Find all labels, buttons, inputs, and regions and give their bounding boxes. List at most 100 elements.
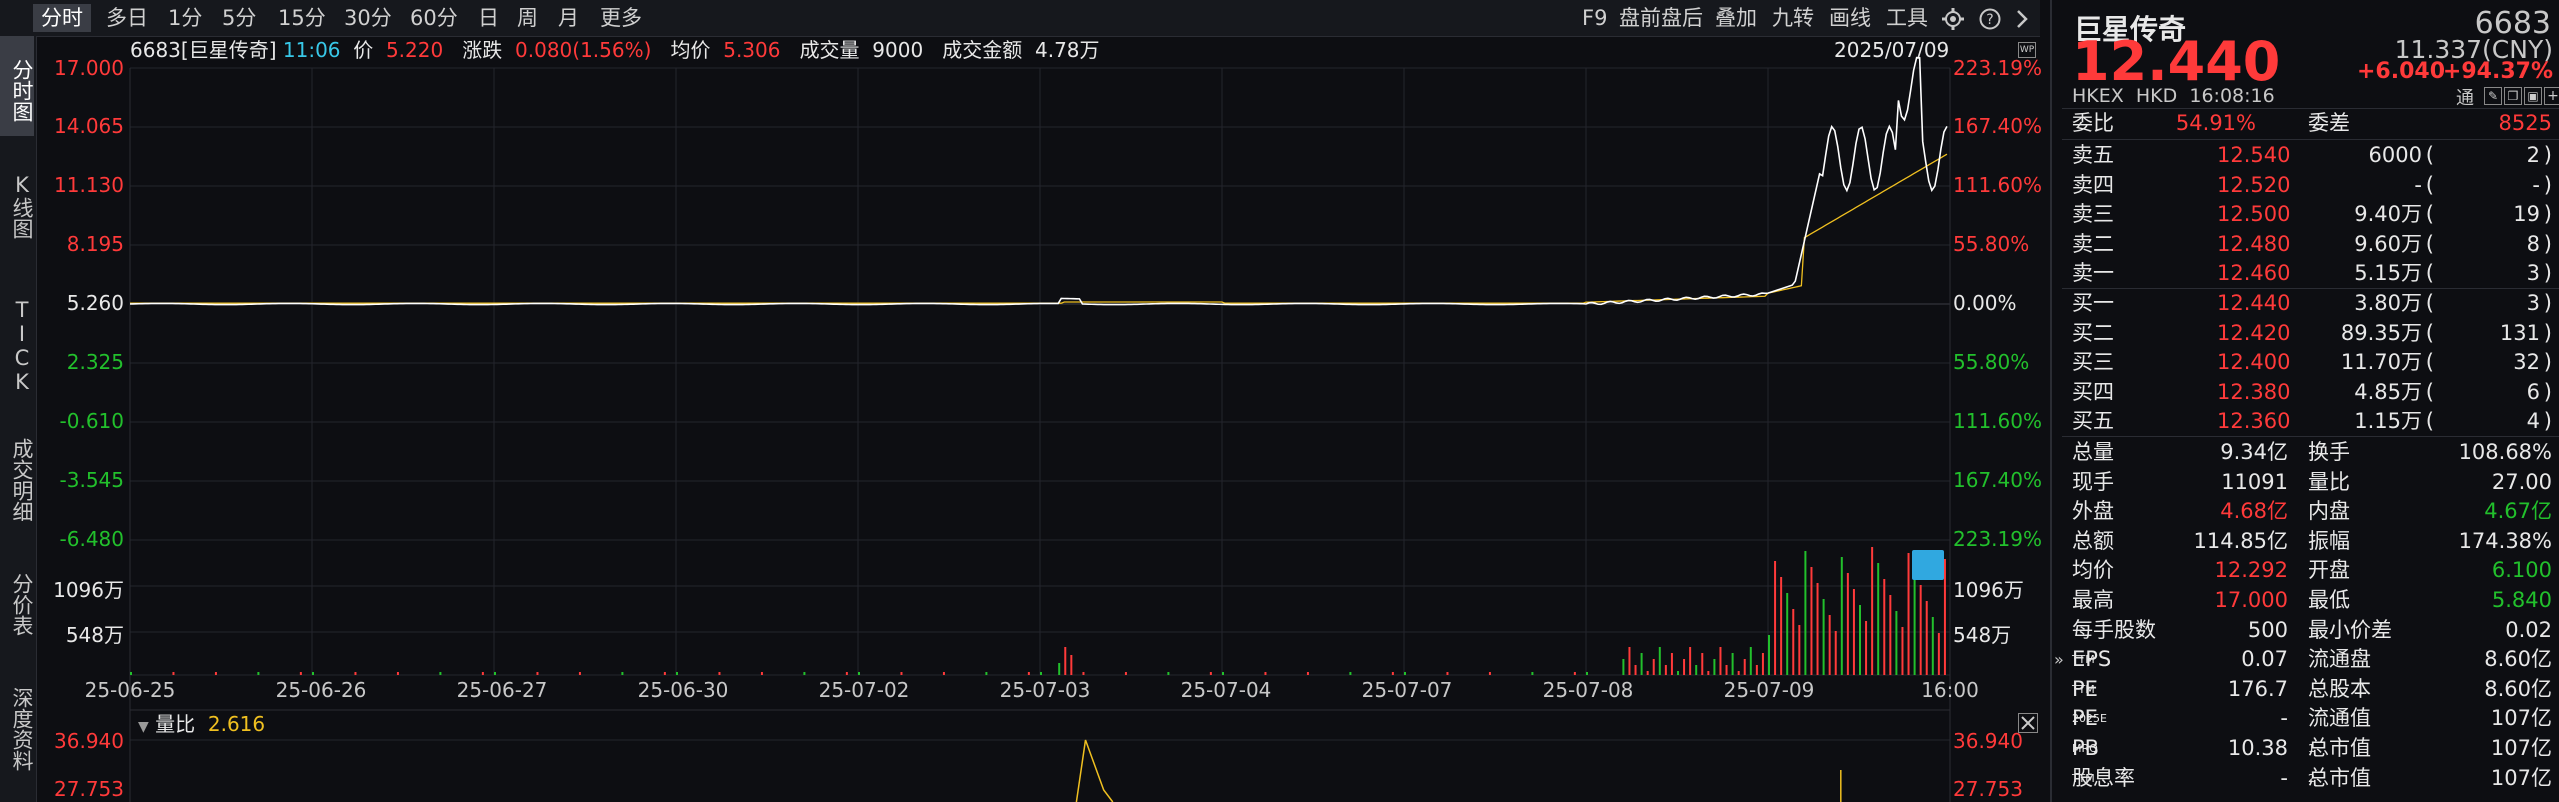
- orderbook-count: 19: [2513, 202, 2540, 227]
- add-icon[interactable]: +: [2544, 87, 2559, 105]
- volume-bar: [1943, 559, 1946, 675]
- weibi-label: 委比: [2072, 111, 2114, 135]
- orderbook-bracket: ): [2543, 172, 2552, 197]
- expand-financials-icon[interactable]: »: [2054, 650, 2064, 669]
- orderbook-row[interactable]: 卖一 12.460 5.15万(3): [2072, 259, 2552, 288]
- orderbook-row[interactable]: 买三 12.400 11.70万(32): [2072, 348, 2552, 377]
- orderbook-price: 12.460: [2217, 261, 2291, 286]
- orderbook-row[interactable]: 买二 12.420 89.35万(131): [2072, 319, 2552, 348]
- volume-axis-right-tick: 548万: [1953, 623, 2012, 647]
- edit-icon[interactable]: ✎: [2484, 87, 2502, 105]
- orderbook-count: 3: [2526, 261, 2540, 286]
- volume-bar: [1646, 671, 1649, 675]
- volume-bar: [663, 672, 666, 675]
- time-axis-label: 25-06-27: [456, 678, 548, 702]
- volume-bar: [257, 672, 260, 675]
- volume-bar: [1804, 551, 1807, 675]
- stat-value: 0.07: [2241, 647, 2288, 672]
- volume-bar: [1082, 672, 1085, 675]
- orderbook-bracket: (: [2425, 231, 2434, 256]
- orderbook-bracket: ): [2543, 143, 2552, 167]
- price-axis-right-tick: 223.19%: [1953, 527, 2042, 551]
- volume-bar: [354, 672, 357, 675]
- price-axis-right-tick: 167.40%: [1953, 468, 2042, 492]
- orderbook-bracket: (: [2425, 379, 2434, 404]
- orderbook-row[interactable]: 卖四 12.520-(-): [2072, 171, 2552, 200]
- price-axis-left-tick: -3.545: [59, 468, 124, 492]
- orderbook-volume: 1.15万: [2354, 409, 2422, 434]
- orderbook-volume: 89.35万: [2340, 320, 2422, 345]
- volume-bar: [1846, 573, 1849, 675]
- volume-bar: [214, 672, 217, 675]
- volume-bar: [1731, 653, 1734, 675]
- quote-panel: 巨星传奇 6683 12.440 11.337(CNY) +6.040 +94.…: [2050, 0, 2559, 802]
- volume-bar: [676, 672, 678, 675]
- volume-bar: [1670, 653, 1673, 675]
- time-axis-label: 25-07-03: [999, 678, 1091, 702]
- volume-bar: [1834, 631, 1837, 675]
- volume-bar: [1713, 659, 1716, 675]
- price-axis-left-tick: 2.325: [66, 350, 124, 374]
- stat-label: 股息率 TTM: [2072, 765, 2135, 790]
- orderbook-price: 12.380: [2217, 379, 2291, 404]
- orderbook-row[interactable]: 卖三 12.500 9.40万(19): [2072, 200, 2552, 229]
- orderbook-level-label: 买五: [2072, 409, 2114, 434]
- orderbook-bracket: ): [2543, 320, 2552, 345]
- time-axis-label: 25-06-26: [275, 678, 367, 702]
- orderbook-level-label: 卖四: [2072, 172, 2114, 197]
- orderbook-bracket: (: [2425, 261, 2434, 286]
- orderbook-count: 4: [2526, 409, 2540, 434]
- orderbook-bracket: (: [2425, 350, 2434, 375]
- stat-value: 8.60亿: [2484, 676, 2552, 701]
- tong-label: 通: [2456, 88, 2474, 109]
- volume-bar: [1743, 659, 1746, 675]
- indicator-axis-right-tick: 36.940: [1953, 729, 2023, 753]
- volume-bar: [1798, 625, 1801, 675]
- orderbook-row[interactable]: 买五 12.360 1.15万(4): [2072, 407, 2552, 436]
- orderbook-row[interactable]: 买一 12.440 3.80万(3): [2072, 289, 2552, 318]
- orderbook-volume: 6000: [2368, 143, 2422, 167]
- orderbook-row[interactable]: 买四 12.380 4.85万(6): [2072, 378, 2552, 407]
- volume-bar: [1895, 611, 1898, 675]
- avg-price-line: [130, 153, 1948, 304]
- stat-value: 174.38%: [2458, 528, 2552, 553]
- copy-icon[interactable]: ❐: [2504, 87, 2522, 105]
- stat-value: 4.68亿: [2220, 499, 2288, 524]
- orderbook-row[interactable]: 卖五 12.540 6000(2): [2072, 141, 2552, 170]
- stat-value: 4.67亿: [2484, 499, 2552, 524]
- price-axis-right-tick: 167.40%: [1953, 114, 2042, 138]
- volume-axis-left-tick: 548万: [65, 623, 124, 647]
- market-info: HKEX HKD 16:08:16: [2072, 84, 2275, 108]
- orderbook-row[interactable]: 卖二 12.480 9.60万(8): [2072, 230, 2552, 259]
- volume-bar: [1446, 672, 1449, 675]
- volume-bar: [1488, 672, 1491, 675]
- volume-bar: [1768, 635, 1770, 675]
- time-axis-label: 25-06-25: [84, 678, 176, 702]
- volume-bar: [1774, 561, 1777, 675]
- volume-bar: [1925, 601, 1928, 675]
- volume-bar: [942, 672, 945, 675]
- price-axis-left-tick: -0.610: [59, 409, 124, 433]
- volume-bar: [578, 672, 581, 675]
- stat-value: 107亿: [2490, 765, 2552, 790]
- indicator-header: ▼ 量比 2.616: [138, 710, 265, 741]
- volume-bar: [1167, 672, 1170, 675]
- volume-bar: [1937, 633, 1940, 675]
- volume-bar: [1658, 647, 1661, 675]
- indicator-name[interactable]: 量比: [155, 712, 195, 736]
- volume-bar: [1792, 609, 1795, 675]
- price-axis-left-tick: 11.130: [54, 173, 124, 197]
- volume-bar: [1209, 672, 1212, 675]
- volume-bar: [760, 672, 763, 675]
- stat-value: 17.000: [2214, 588, 2288, 612]
- volume-bar: [845, 672, 848, 675]
- volume-bar: [1931, 617, 1934, 675]
- layout-icon[interactable]: ▣: [2524, 87, 2542, 105]
- indicator-dropdown-icon[interactable]: ▼: [138, 719, 149, 735]
- orderbook-price: 12.520: [2217, 172, 2291, 197]
- orderbook-count: 6: [2526, 379, 2540, 404]
- orderbook-bracket: (: [2425, 202, 2434, 227]
- volume-bar: [718, 672, 721, 675]
- volume-bar: [312, 672, 314, 675]
- volume-bar: [1865, 621, 1868, 675]
